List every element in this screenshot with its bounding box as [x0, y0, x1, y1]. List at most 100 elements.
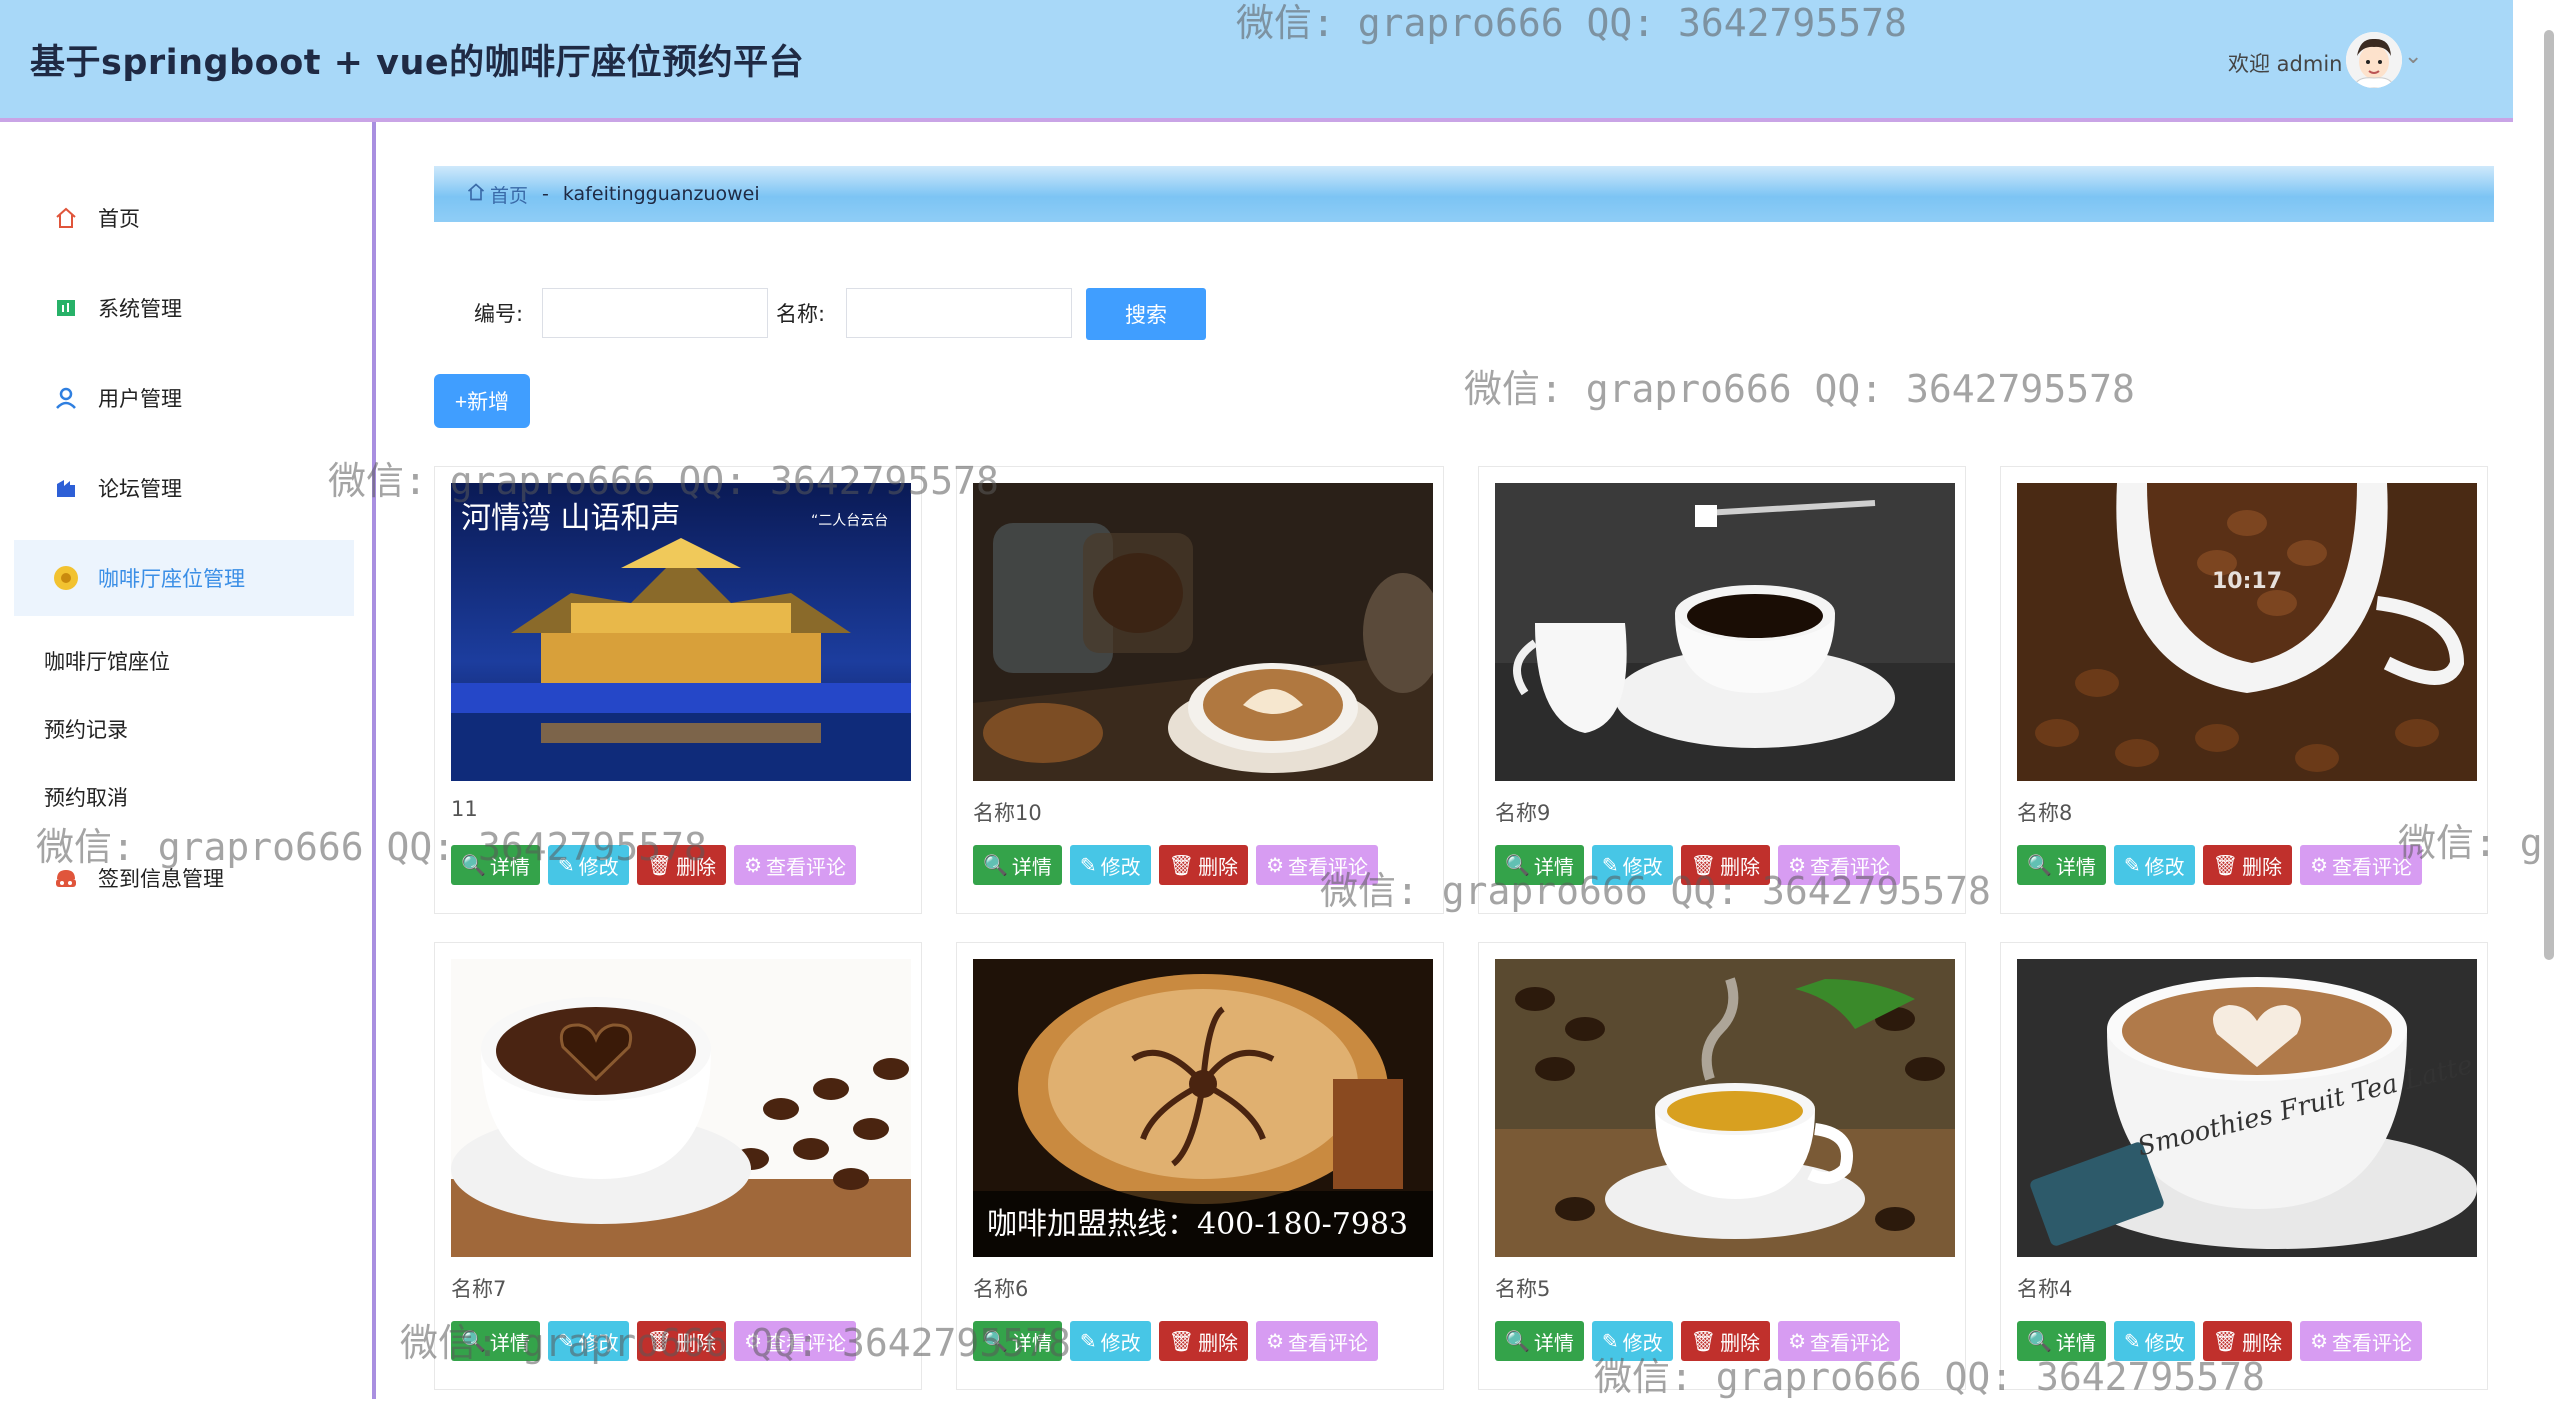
scrollbar[interactable]: [2540, 0, 2559, 1399]
review-button[interactable]: ⚙ 查看评论: [734, 845, 856, 885]
sidebar-item-label: 首页: [98, 207, 140, 231]
sidebar-item-system[interactable]: 系统管理: [14, 270, 354, 346]
submenu-cafe-seats[interactable]: 咖啡厅馆座位: [44, 646, 170, 676]
home-icon: [50, 202, 82, 234]
sidebar: 首页 系统管理 用户管理 论坛管理 咖啡厅座位管理 咖啡厅馆座位 预约记录 预约…: [0, 122, 376, 1399]
sidebar-item-coffee-seats[interactable]: 咖啡厅座位管理: [14, 540, 354, 616]
seat-image[interactable]: [973, 483, 1433, 781]
gear-icon: ⚙: [2310, 854, 2328, 877]
delete-button[interactable]: 🗑 删除: [1158, 1321, 1249, 1361]
seat-image[interactable]: 10:17: [2017, 483, 2477, 781]
trash-icon: 🗑: [1168, 1330, 1195, 1353]
seat-image[interactable]: [1495, 959, 1955, 1257]
search-icon: 🔍: [2027, 854, 2052, 877]
search-icon: 🔍: [983, 854, 1008, 877]
sidebar-item-label: 论坛管理: [98, 477, 182, 501]
seat-name: 名称6: [973, 1277, 1029, 1301]
number-input[interactable]: [542, 288, 768, 338]
seat-name: 名称5: [1495, 1277, 1551, 1301]
seat-card: 名称5 🔍 详情 ✎ 修改 🗑 删除 ⚙ 查看评论: [1478, 942, 1966, 1390]
seat-image[interactable]: 咖啡加盟热线：400-180-7983: [973, 959, 1433, 1257]
detail-button[interactable]: 🔍 详情: [2017, 845, 2106, 885]
seat-name: 名称4: [2017, 1277, 2073, 1301]
delete-label: 删除: [1198, 856, 1239, 879]
search-button[interactable]: 搜索: [1086, 288, 1206, 340]
gear-icon: ⚙: [1266, 1330, 1284, 1353]
add-button[interactable]: +新增: [434, 374, 530, 428]
gear-icon: ⚙: [2310, 1330, 2328, 1353]
name-input[interactable]: [846, 288, 1072, 338]
seat-image[interactable]: [451, 959, 911, 1257]
submenu-reservation-records[interactable]: 预约记录: [44, 714, 128, 744]
watermark: 微信: grapro666 QQ: 3642795578: [36, 825, 707, 869]
home-icon: [466, 182, 486, 207]
gear-icon: ⚙: [1266, 854, 1284, 877]
trash-icon: 🗑: [1168, 854, 1195, 877]
night-palace-image: 河情湾 山语和声 “二人台云台: [451, 483, 911, 781]
scrollbar-thumb[interactable]: [2544, 30, 2554, 960]
sidebar-item-forum[interactable]: 论坛管理: [14, 450, 354, 526]
edit-label: 修改: [1100, 1332, 1141, 1355]
search-icon: 🔍: [1505, 1330, 1530, 1353]
user-icon: [50, 382, 82, 414]
delete-button[interactable]: 🗑 删除: [2202, 845, 2293, 885]
heart-coffee-beans-image: [451, 959, 911, 1257]
watermark: 微信: grapro666 QQ: 3642795578: [2398, 821, 2559, 865]
seat-image[interactable]: Smoothies Fruit Tea Latte Mocha: [2017, 959, 2477, 1257]
breadcrumb-home-link[interactable]: 首页: [490, 181, 528, 208]
edit-button[interactable]: ✎ 修改: [1069, 845, 1151, 885]
seat-card: Smoothies Fruit Tea Latte Mocha 名称4 🔍详情 …: [2000, 942, 2488, 1390]
detail-button[interactable]: 🔍 详情: [973, 845, 1062, 885]
seat-card: 名称9 🔍 详情 ✎ 修改 🗑 删除 ⚙ 查看评论: [1478, 466, 1966, 914]
review-button[interactable]: ⚙ 查看评论: [1256, 1321, 1378, 1361]
seat-name: 名称7: [451, 1277, 507, 1301]
watermark: 微信: grapro666 QQ: 3642795578: [328, 459, 999, 503]
edit-icon: ✎: [1079, 854, 1097, 877]
palace-caption: 河情湾 山语和声: [461, 501, 681, 536]
delete-label: 删除: [2242, 856, 2283, 879]
welcome-text: 欢迎 admin: [2228, 52, 2343, 76]
watermark: 微信: grapro666 QQ: 3642795578: [1236, 1, 1907, 45]
number-label: 编号:: [474, 302, 524, 326]
detail-label: 详情: [2055, 856, 2096, 879]
review-label: 查看评论: [2332, 1332, 2412, 1355]
review-label: 查看评论: [1288, 1332, 1368, 1355]
watermark: 微信: grapro666 QQ: 3642795578: [1464, 367, 2135, 411]
espresso-steam-beans-image: [1495, 959, 1955, 1257]
seat-image[interactable]: [1495, 483, 1955, 781]
delete-button[interactable]: 🗑 删除: [1158, 845, 1249, 885]
trash-icon: 🗑: [2212, 854, 2239, 877]
latte-beans-jar-image: [973, 483, 1433, 781]
avatar[interactable]: [2346, 32, 2402, 88]
gear-icon: ⚙: [744, 854, 762, 877]
detail-label: 详情: [1011, 856, 1052, 879]
submenu-reservation-cancel[interactable]: 预约取消: [44, 782, 128, 812]
edit-button[interactable]: ✎ 修改: [2113, 845, 2195, 885]
sidebar-item-home[interactable]: 首页: [14, 180, 354, 256]
breadcrumb: 首页 - kafeitingguanzuowei: [434, 166, 2494, 222]
breadcrumb-separator: -: [542, 183, 549, 205]
watermark: 微信: grapro666 QQ: 3642795578: [400, 1321, 1071, 1365]
seat-name: 名称9: [1495, 801, 1551, 825]
review-button[interactable]: ⚙ 查看评论: [2300, 1321, 2422, 1361]
latte-art-cup-image: Smoothies Fruit Tea Latte Mocha: [2017, 959, 2477, 1257]
hotline-overlay-text: 咖啡加盟热线：400-180-7983: [987, 1207, 1408, 1242]
edit-icon: ✎: [1079, 1330, 1097, 1353]
detail-button[interactable]: 🔍 详情: [1495, 1321, 1584, 1361]
name-label: 名称:: [776, 302, 826, 326]
seat-name: 名称10: [973, 801, 1042, 825]
seat-image[interactable]: 河情湾 山语和声 “二人台云台: [451, 483, 911, 781]
edit-icon: ✎: [2123, 854, 2141, 877]
sidebar-item-label: 系统管理: [98, 297, 182, 321]
chevron-down-icon[interactable]: ⌄: [2404, 44, 2422, 69]
sidebar-item-label: 咖啡厅座位管理: [98, 567, 245, 591]
sidebar-item-label: 用户管理: [98, 387, 182, 411]
edit-button[interactable]: ✎ 修改: [1069, 1321, 1151, 1361]
edit-label: 修改: [1100, 856, 1141, 879]
delete-label: 删除: [1198, 1332, 1239, 1355]
review-label: 查看评论: [766, 856, 846, 879]
forum-icon: [50, 472, 82, 504]
sidebar-item-users[interactable]: 用户管理: [14, 360, 354, 436]
seat-name: 名称8: [2017, 801, 2073, 825]
coffee-icon: [50, 562, 82, 594]
